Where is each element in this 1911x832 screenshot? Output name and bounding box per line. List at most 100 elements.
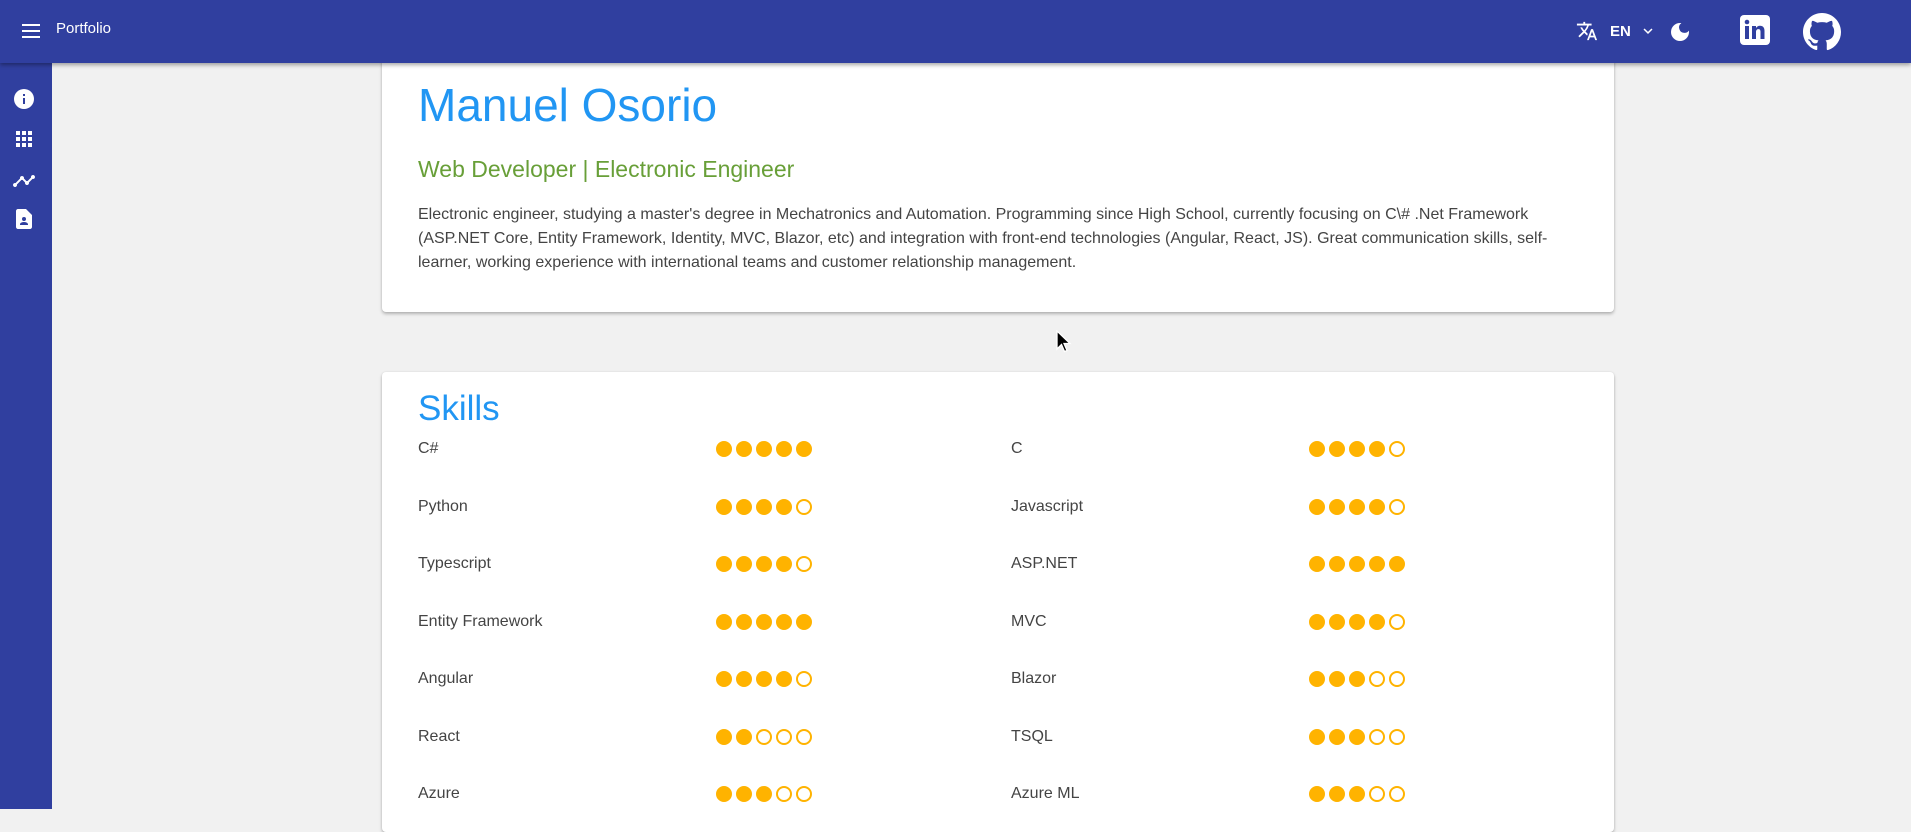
skill-rating — [1309, 498, 1405, 515]
rating-filled-dot-icon — [716, 671, 732, 687]
skill-rating — [716, 441, 812, 457]
profile-name: Manuel Osorio — [418, 79, 718, 131]
moon-icon[interactable] — [1668, 20, 1692, 44]
skill-item: Azure ML — [1011, 779, 1405, 809]
chevron-down-icon — [1643, 28, 1653, 34]
skill-item: Python — [418, 492, 812, 522]
rating-filled-dot-icon — [756, 441, 772, 457]
skill-item: Angular — [418, 664, 812, 694]
skill-name: Python — [418, 497, 468, 515]
menu-icon[interactable] — [20, 21, 42, 41]
rating-filled-dot-icon — [776, 498, 792, 515]
info-icon[interactable] — [12, 87, 36, 111]
rating-filled-dot-icon — [736, 498, 752, 515]
rating-filled-dot-icon — [736, 786, 752, 802]
rating-filled-dot-icon — [1309, 671, 1325, 687]
rating-filled-dot-icon — [736, 556, 752, 572]
trending-chart-icon[interactable] — [12, 167, 36, 191]
skill-item: C — [1011, 434, 1405, 464]
rating-empty-dot-icon — [1389, 613, 1405, 630]
rating-empty-dot-icon — [1369, 671, 1385, 687]
rating-empty-dot-icon — [796, 498, 812, 515]
rating-filled-dot-icon — [776, 556, 792, 572]
skill-name: Javascript — [1011, 497, 1084, 515]
skill-name: Typescript — [418, 555, 491, 572]
rating-filled-dot-icon — [1329, 441, 1345, 457]
skill-item: Blazor — [1011, 664, 1405, 694]
skill-item: TSQL — [1011, 722, 1405, 752]
rating-filled-dot-icon — [1389, 556, 1405, 572]
rating-filled-dot-icon — [1349, 556, 1365, 572]
skill-item: Javascript — [1011, 492, 1405, 522]
rating-filled-dot-icon — [1349, 613, 1365, 630]
side-navigation — [0, 63, 52, 809]
rating-filled-dot-icon — [716, 728, 732, 745]
rating-filled-dot-icon — [736, 441, 752, 457]
rating-empty-dot-icon — [1369, 728, 1385, 745]
rating-empty-dot-icon — [1389, 441, 1405, 457]
rating-filled-dot-icon — [1349, 671, 1365, 687]
rating-empty-dot-icon — [1389, 728, 1405, 745]
skill-name: TSQL — [1011, 727, 1053, 745]
skill-name: C — [1011, 440, 1023, 457]
rating-filled-dot-icon — [756, 671, 772, 687]
rating-filled-dot-icon — [1309, 556, 1325, 572]
skill-rating — [716, 498, 812, 515]
profile-bio: Electronic engineer, studying a master's… — [418, 206, 1548, 271]
rating-filled-dot-icon — [796, 441, 812, 457]
rating-empty-dot-icon — [1389, 671, 1405, 687]
rating-filled-dot-icon — [1329, 671, 1345, 687]
rating-empty-dot-icon — [776, 786, 792, 802]
rating-filled-dot-icon — [1349, 498, 1365, 515]
rating-empty-dot-icon — [1389, 498, 1405, 515]
skill-item: Azure — [418, 779, 812, 809]
skills-card: Skills C# C Python Javascript Typescript ASP.… — [382, 372, 1614, 832]
skill-name: React — [418, 727, 460, 745]
contact-document-icon[interactable] — [12, 207, 36, 231]
rating-filled-dot-icon — [1309, 786, 1325, 802]
skill-rating — [716, 613, 812, 630]
rating-filled-dot-icon — [736, 613, 752, 630]
rating-filled-dot-icon — [1349, 441, 1365, 457]
rating-empty-dot-icon — [796, 728, 812, 745]
apps-grid-icon[interactable] — [12, 127, 36, 151]
linkedin-icon[interactable] — [1739, 14, 1771, 46]
rating-filled-dot-icon — [716, 441, 732, 457]
rating-filled-dot-icon — [1349, 728, 1365, 745]
skill-rating — [716, 728, 812, 745]
skill-item: React — [418, 722, 812, 752]
skill-name: Azure — [418, 785, 460, 802]
skill-rating — [716, 786, 812, 802]
mouse-cursor-icon — [1056, 330, 1072, 353]
skill-rating — [1309, 728, 1405, 745]
rating-filled-dot-icon — [1369, 613, 1385, 630]
rating-filled-dot-icon — [1309, 498, 1325, 515]
rating-filled-dot-icon — [736, 671, 752, 687]
rating-empty-dot-icon — [776, 728, 792, 745]
skill-name: MVC — [1011, 612, 1047, 630]
rating-filled-dot-icon — [1309, 613, 1325, 630]
rating-filled-dot-icon — [1349, 786, 1365, 802]
rating-filled-dot-icon — [1329, 498, 1345, 515]
rating-filled-dot-icon — [776, 671, 792, 687]
rating-empty-dot-icon — [756, 728, 772, 745]
rating-filled-dot-icon — [1329, 613, 1345, 630]
rating-filled-dot-icon — [1309, 728, 1325, 745]
skills-heading: Skills — [418, 389, 500, 428]
skill-rating — [1309, 671, 1405, 687]
rating-empty-dot-icon — [796, 786, 812, 802]
language-code: EN — [1610, 22, 1631, 40]
rating-filled-dot-icon — [736, 728, 752, 745]
rating-empty-dot-icon — [796, 671, 812, 687]
skill-rating — [716, 556, 812, 572]
rating-filled-dot-icon — [716, 613, 732, 630]
skill-rating — [716, 671, 812, 687]
github-icon[interactable] — [1803, 13, 1841, 51]
rating-filled-dot-icon — [1369, 441, 1385, 457]
skill-rating — [1309, 441, 1405, 457]
rating-empty-dot-icon — [1389, 786, 1405, 802]
rating-filled-dot-icon — [716, 786, 732, 802]
language-selector[interactable]: EN — [1576, 19, 1657, 43]
skill-item: MVC — [1011, 607, 1405, 637]
profile-subtitle: Web Developer | Electronic Engineer — [418, 156, 795, 182]
